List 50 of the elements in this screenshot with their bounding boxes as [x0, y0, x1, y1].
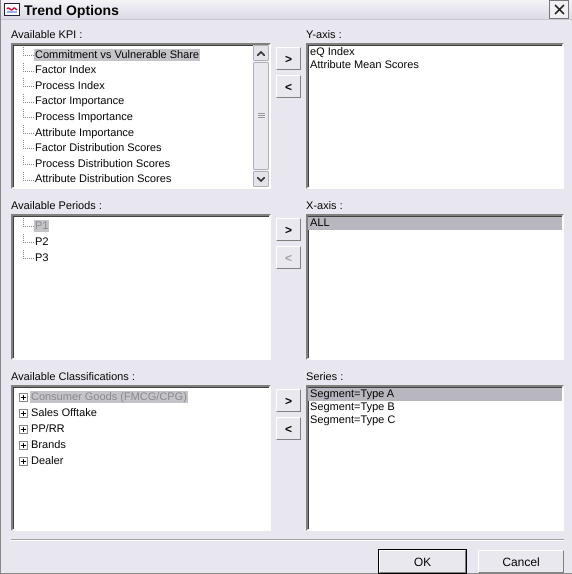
- list-label: Available Periods :: [11, 200, 103, 213]
- tree-item[interactable]: Brands: [30, 439, 67, 451]
- remove-button[interactable]: <: [276, 417, 301, 440]
- close-icon: [554, 4, 564, 15]
- list-label: Series :: [306, 371, 344, 384]
- tree-item[interactable]: Factor Distribution Scores: [34, 142, 163, 154]
- dialog-button[interactable]: Cancel: [478, 550, 564, 573]
- list-box[interactable]: ALL: [306, 214, 564, 360]
- add-button[interactable]: >: [276, 218, 301, 241]
- tree-item[interactable]: P3: [34, 252, 50, 264]
- tree-item[interactable]: Factor Index: [34, 64, 98, 76]
- list-label: Available KPI :: [11, 29, 84, 42]
- scroll-down-icon[interactable]: [253, 171, 269, 187]
- expand-icon[interactable]: [19, 408, 28, 418]
- tree-item[interactable]: Factor Importance: [34, 95, 126, 108]
- expand-icon[interactable]: [19, 424, 28, 434]
- scrollbar-thumb[interactable]: [253, 62, 269, 170]
- tree-item[interactable]: Process Distribution Scores: [34, 158, 172, 170]
- expand-icon[interactable]: [19, 456, 28, 466]
- window-title: Trend Options: [24, 2, 120, 18]
- list-item[interactable]: Segment=Type B: [308, 401, 562, 414]
- add-button[interactable]: >: [276, 47, 301, 70]
- dialog-button[interactable]: OK: [379, 550, 466, 573]
- list-item[interactable]: Attribute Mean Scores: [308, 59, 562, 72]
- list-item[interactable]: Segment=Type C: [308, 414, 562, 427]
- list-label: X-axis :: [306, 200, 344, 213]
- add-button[interactable]: >: [276, 389, 301, 412]
- list-box[interactable]: Segment=Type A Segment=Type B Segment=Type C: [306, 385, 564, 531]
- expand-icon[interactable]: [19, 440, 28, 450]
- list-item[interactable]: Segment=Type A: [308, 388, 562, 401]
- list-label: Y-axis :: [306, 29, 343, 42]
- tree-item[interactable]: Attribute Importance: [34, 126, 136, 139]
- expand-icon[interactable]: [19, 392, 28, 402]
- tree-item[interactable]: Sales Offtake: [30, 407, 98, 419]
- tree-item[interactable]: Process Importance: [34, 111, 134, 124]
- tree-list[interactable]: Commitment vs Vulnerable Share Factor Index Process Index Factor Importance Process Importance Attribute Importance Factor Distribution Scores Process Distribution Scores Attribute Distribution Scores: [11, 43, 271, 189]
- scroll-up-icon[interactable]: [253, 45, 269, 61]
- tree-item[interactable]: PP/RR: [30, 423, 66, 435]
- list-item[interactable]: eQ Index: [308, 46, 562, 59]
- close-button[interactable]: [549, 0, 569, 19]
- tree-item[interactable]: Commitment vs Vulnerable Share: [34, 48, 200, 61]
- remove-button[interactable]: <: [276, 75, 301, 98]
- app-icon: [4, 3, 20, 16]
- list-box[interactable]: eQ Index Attribute Mean Scores: [306, 43, 564, 189]
- tree-item[interactable]: P2: [34, 236, 50, 248]
- list-item[interactable]: ALL: [308, 217, 562, 230]
- tree-item[interactable]: Process Index: [34, 80, 106, 92]
- list-label: Available Classifications :: [11, 371, 136, 384]
- tree-item[interactable]: Dealer: [30, 455, 64, 467]
- tree-item[interactable]: Attribute Distribution Scores: [34, 173, 172, 186]
